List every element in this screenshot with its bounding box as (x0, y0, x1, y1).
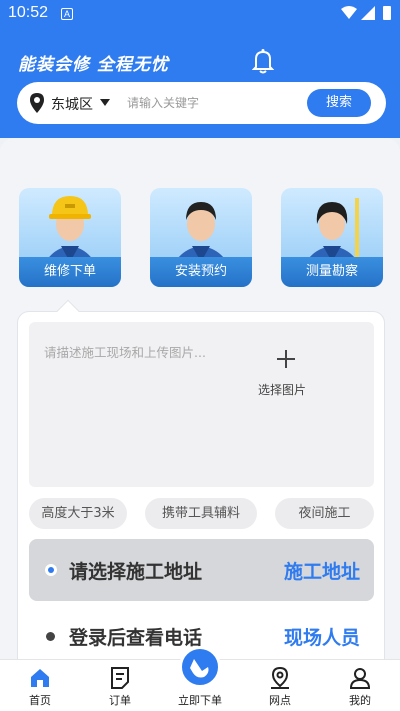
status-time: 10:52 (8, 4, 49, 21)
tag-tools[interactable]: 携带工具辅料 (145, 498, 257, 529)
user-icon (349, 668, 371, 689)
choose-image-button[interactable]: 选择图片 (258, 381, 306, 398)
radio-selected-icon (45, 564, 57, 576)
service-card-measure[interactable]: 测量勘察 (281, 188, 383, 287)
tab-orders[interactable]: 订单 (80, 660, 160, 711)
plus-icon[interactable] (277, 350, 295, 368)
search-input[interactable] (127, 89, 307, 117)
status-bar: 10:52 A (0, 0, 400, 28)
home-icon (31, 669, 49, 687)
chevron-down-icon[interactable] (100, 99, 110, 106)
service-label-measure: 测量勘察 (281, 257, 383, 287)
tab-home[interactable]: 首页 (0, 660, 80, 711)
notification-a-icon: A (61, 8, 73, 20)
onsite-staff-link[interactable]: 现场人员 (284, 623, 360, 650)
service-label-install: 安装预约 (150, 257, 252, 287)
order-panel: 请描述施工现场和上传图片... 选择图片 高度大于3米 携带工具辅料 夜间施工 … (17, 311, 385, 663)
tag-height[interactable]: 高度大于3米 (29, 498, 127, 529)
cellular-icon (361, 6, 375, 20)
search-bar: 东城区 搜索 (17, 82, 386, 124)
phone-row-label: 登录后查看电话 (69, 627, 203, 649)
tab-home-label: 首页 (29, 694, 51, 707)
battery-icon (383, 6, 391, 20)
wifi-icon (341, 6, 357, 19)
map-pin-icon (271, 666, 289, 689)
tab-orders-label: 订单 (109, 694, 131, 707)
tab-outlets[interactable]: 网点 (240, 660, 320, 711)
hand-tap-icon (190, 659, 209, 678)
main-content: 维修下单 安装预约 测量勘察 请描述施工现场和上传图片... 选择图片 高度大于… (0, 138, 400, 663)
address-row-label: 请选择施工地址 (69, 561, 203, 583)
service-card-install[interactable]: 安装预约 (150, 188, 252, 287)
description-box[interactable]: 请描述施工现场和上传图片... 选择图片 (29, 322, 374, 487)
description-placeholder[interactable]: 请描述施工现场和上传图片... (44, 342, 206, 361)
search-button[interactable]: 搜索 (307, 89, 371, 117)
service-label-repair: 维修下单 (19, 257, 121, 287)
app-slogan: 能装会修 全程无忧 (18, 55, 169, 75)
bullet-icon (46, 632, 55, 641)
header: 能装会修 全程无忧 东城区 搜索 (0, 28, 400, 138)
order-list-icon (111, 667, 129, 689)
tab-profile-label: 我的 (349, 694, 371, 707)
tab-outlets-label: 网点 (269, 694, 291, 707)
location-pin-icon[interactable] (29, 92, 45, 114)
tag-night[interactable]: 夜间施工 (275, 498, 374, 529)
tab-place-order-label: 立即下单 (178, 694, 222, 707)
address-row[interactable]: 请选择施工地址 施工地址 (29, 539, 374, 601)
location-selector[interactable]: 东城区 (51, 94, 93, 114)
address-link[interactable]: 施工地址 (284, 557, 360, 584)
tab-profile[interactable]: 我的 (320, 660, 400, 711)
bell-icon[interactable] (252, 48, 274, 74)
service-card-repair[interactable]: 维修下单 (19, 188, 121, 287)
place-order-fab[interactable] (179, 646, 221, 688)
